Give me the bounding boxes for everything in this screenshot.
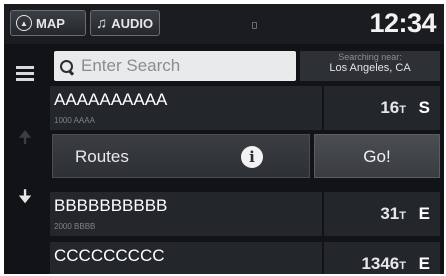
status-indicator [252,22,257,29]
routes-label: Routes [75,147,129,166]
search-bar[interactable] [54,51,296,81]
top-bar: ▲ MAP ♫ AUDIO 12:34 [4,4,444,44]
result-name: BBBBBBBBBB [54,196,168,215]
result-name: AAAAAAAAAA [54,90,168,109]
result-distance: 31T [380,204,406,223]
result-distance: 16T [380,98,406,117]
go-button[interactable]: Go! [314,134,440,178]
search-input[interactable] [81,56,281,76]
left-rail: 🠉 🠋 [4,44,48,274]
music-note-icon: ♫ [96,14,108,32]
menu-icon[interactable] [16,66,34,81]
result-row[interactable]: CCCCCCCCC 1346T E [50,242,440,274]
searching-near-label: Searching near: [338,52,402,62]
result-address: 1000 AAAA [54,116,95,125]
result-name: CCCCCCCCC [54,246,165,265]
result-row[interactable]: AAAAAAAAAA 1000 AAAA 16T S [50,86,440,130]
result-distance-cell[interactable]: 16T S [324,86,440,130]
result-distance-cell[interactable]: 1346T E [324,242,440,274]
result-row[interactable]: BBBBBBBBBB 2000 BBBB 31T E [50,192,440,236]
result-info[interactable]: AAAAAAAAAA 1000 AAAA [50,86,322,130]
compass-icon: ▲ [16,15,32,31]
result-direction: S [418,98,430,117]
result-direction: E [418,254,430,273]
result-info[interactable]: CCCCCCCCC [50,242,322,274]
map-label: MAP [36,15,65,31]
searching-near-city: Los Angeles, CA [329,62,411,74]
map-button[interactable]: ▲ MAP [10,10,86,36]
search-icon [60,59,73,73]
arrow-down-icon[interactable]: 🠋 [18,184,32,213]
clock: 12:34 [369,8,436,38]
routes-button[interactable]: Routes i [52,134,310,178]
nav-screen: ▲ MAP ♫ AUDIO 12:34 🠉 🠋 Searching near: … [4,4,444,274]
audio-label: AUDIO [111,15,154,31]
result-distance-cell[interactable]: 31T E [324,192,440,236]
searching-near-button[interactable]: Searching near: Los Angeles, CA [300,51,440,81]
result-info[interactable]: BBBBBBBBBB 2000 BBBB [50,192,322,236]
result-distance: 1346T [361,254,406,273]
arrow-up-icon[interactable]: 🠉 [18,125,32,154]
audio-button[interactable]: ♫ AUDIO [90,10,160,36]
info-icon[interactable]: i [241,146,263,168]
result-address: 2000 BBBB [54,222,96,231]
result-direction: E [418,204,430,223]
action-bar: Routes i Go! [52,134,440,178]
go-label: Go! [363,147,391,166]
